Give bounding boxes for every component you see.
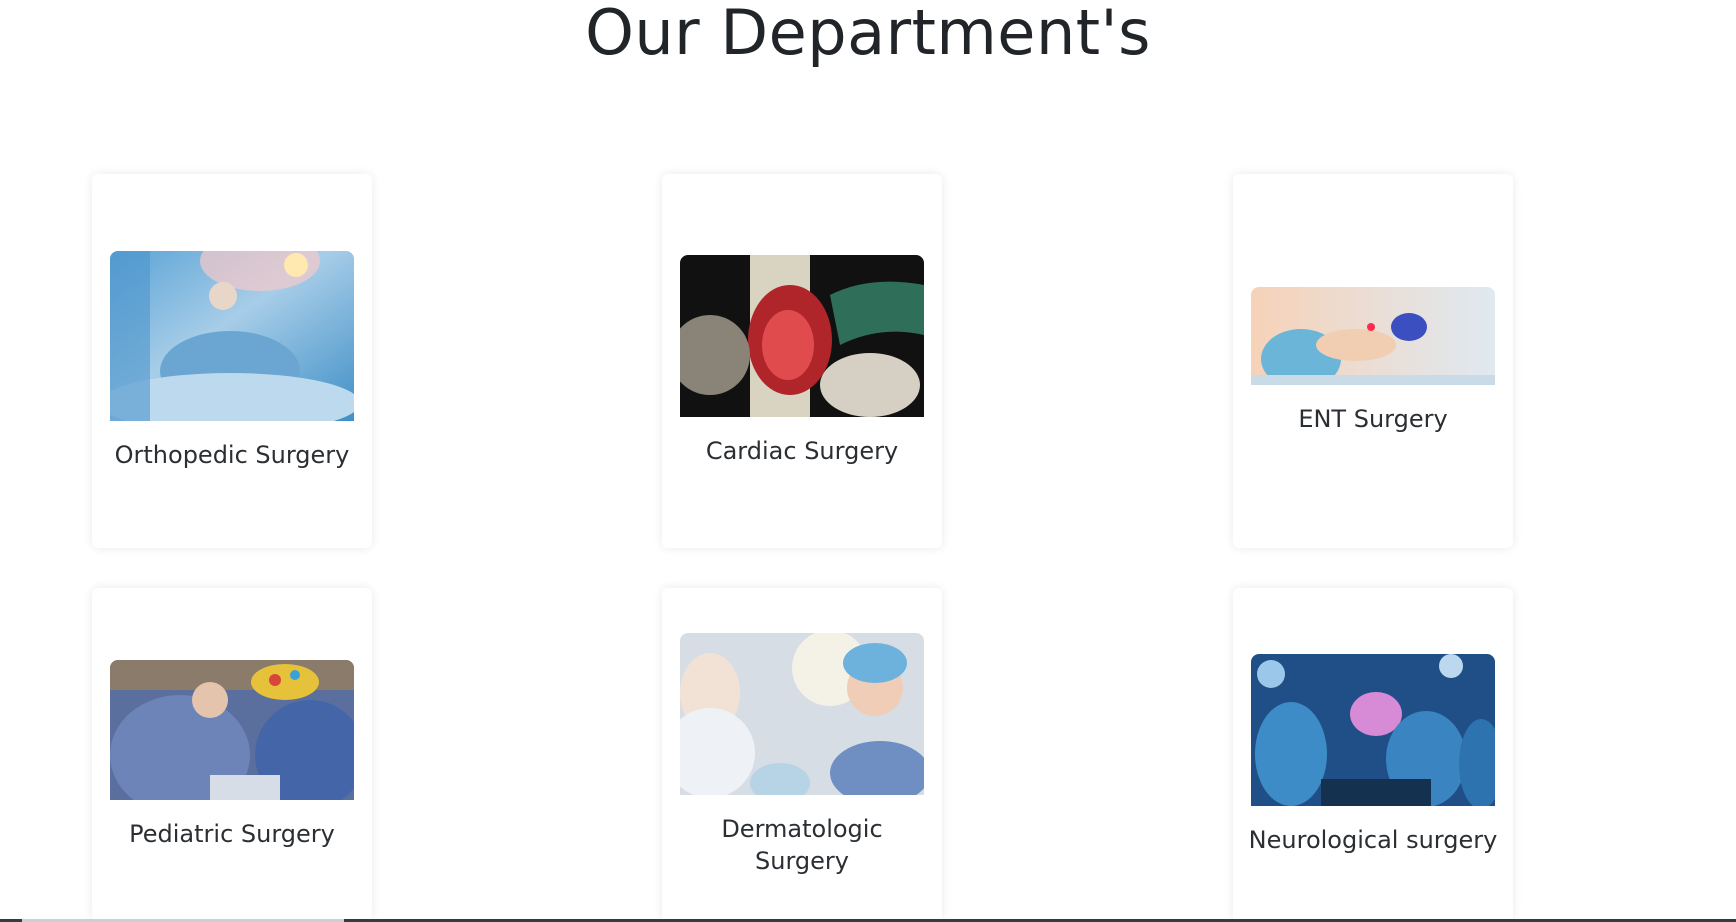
department-card-ent[interactable]: ENT Surgery <box>1233 174 1513 548</box>
orthopedic-surgery-photo <box>110 251 354 421</box>
department-card-cardiac[interactable]: Cardiac Surgery <box>662 174 942 548</box>
page-title: Our Department's <box>585 0 1151 69</box>
dermatologic-surgery-photo <box>680 633 924 795</box>
department-card-dermatologic[interactable]: Dermatologic Surgery <box>662 588 942 922</box>
neurological-surgery-photo <box>1251 654 1495 806</box>
department-title: ENT Surgery <box>1298 405 1448 433</box>
department-title: Neurological surgery <box>1248 826 1498 854</box>
ent-surgery-photo <box>1251 287 1495 385</box>
cardiac-surgery-photo <box>680 255 924 417</box>
department-title: Cardiac Surgery <box>705 437 899 465</box>
department-card-pediatric[interactable]: Pediatric Surgery <box>92 588 372 922</box>
department-card-neurological[interactable]: Neurological surgery <box>1233 588 1513 922</box>
department-title: Dermatologic Surgery <box>721 815 883 875</box>
department-title: Orthopedic Surgery <box>114 441 350 469</box>
pediatric-surgery-photo <box>110 660 354 800</box>
department-card-orthopedic[interactable]: Orthopedic Surgery <box>92 174 372 548</box>
department-title: Pediatric Surgery <box>129 820 335 848</box>
